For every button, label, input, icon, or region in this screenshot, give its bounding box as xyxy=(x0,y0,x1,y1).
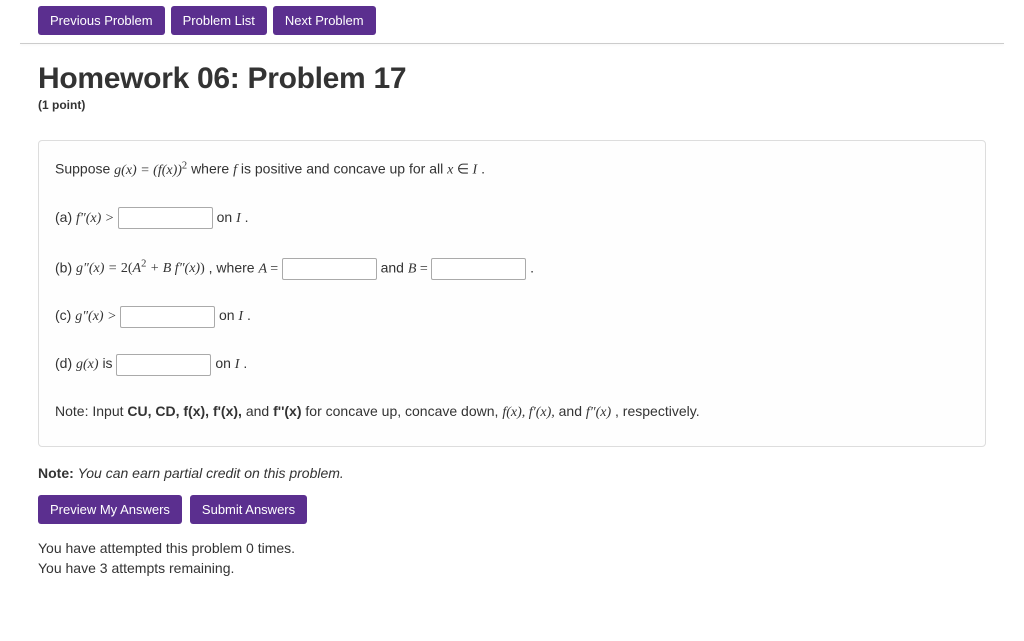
text: for concave up, concave down, xyxy=(305,403,502,419)
text: . xyxy=(481,161,485,177)
text: , where xyxy=(209,259,259,275)
partial-credit-note: Note: You can earn partial credit on thi… xyxy=(38,465,986,481)
part-b-input-a[interactable] xyxy=(282,258,377,280)
part-d-input[interactable] xyxy=(116,354,211,376)
attempts-remaining: You have 3 attempts remaining. xyxy=(38,560,986,576)
label: (a) xyxy=(55,209,76,225)
math-a: A = xyxy=(258,261,281,276)
nav-row: Previous Problem Problem List Next Probl… xyxy=(38,6,1004,43)
points-label: (1 point) xyxy=(38,98,986,112)
problem-box: Suppose g(x) = (f(x))2 where f is positi… xyxy=(38,140,986,447)
text: on xyxy=(219,307,238,323)
part-a-input[interactable] xyxy=(118,207,213,229)
preview-answers-button[interactable]: Preview My Answers xyxy=(38,495,182,524)
text: on xyxy=(215,355,234,371)
math-expr: f″(x) > xyxy=(76,211,118,226)
bold-text: f''(x) xyxy=(273,403,301,419)
problem-intro: Suppose g(x) = (f(x))2 where f is positi… xyxy=(55,155,969,182)
part-d: (d) g(x) is on I . xyxy=(55,352,969,376)
text: . xyxy=(247,307,251,323)
math-b: B = xyxy=(408,261,431,276)
math-list: f(x), f′(x), xyxy=(502,405,554,420)
math-f: f xyxy=(233,163,237,178)
attempts-used: You have attempted this problem 0 times. xyxy=(38,540,986,556)
math-item: f″(x) xyxy=(586,405,611,420)
previous-problem-button[interactable]: Previous Problem xyxy=(38,6,165,35)
page-title: Homework 06: Problem 17 xyxy=(38,62,986,96)
math-set: I xyxy=(235,357,240,372)
next-problem-button[interactable]: Next Problem xyxy=(273,6,376,35)
text: . xyxy=(243,355,247,371)
text: and xyxy=(246,403,273,419)
text: Suppose xyxy=(55,161,114,177)
part-c: (c) g″(x) > on I . xyxy=(55,304,969,328)
text: is xyxy=(102,355,116,371)
part-c-input[interactable] xyxy=(120,306,215,328)
note-text: You can earn partial credit on this prob… xyxy=(78,465,344,481)
problem-list-button[interactable]: Problem List xyxy=(171,6,267,35)
math-set: I xyxy=(238,309,243,324)
text: and xyxy=(381,259,408,275)
part-b: (b) g″(x) = 2(A2 + B f″(x)) , where A = … xyxy=(55,254,969,281)
submit-answers-button[interactable]: Submit Answers xyxy=(190,495,307,524)
part-a: (a) f″(x) > on I . xyxy=(55,206,969,230)
text: on xyxy=(217,209,236,225)
input-note: Note: Input CU, CD, f(x), f'(x), and f''… xyxy=(55,400,969,424)
math-domain: x ∈ I xyxy=(447,163,477,178)
text: Note: Input xyxy=(55,403,127,419)
part-b-input-b[interactable] xyxy=(431,258,526,280)
math-expr: g(x) xyxy=(76,357,99,372)
math-set: I xyxy=(236,211,241,226)
label: (b) xyxy=(55,259,76,275)
text: , respectively. xyxy=(615,403,700,419)
label: (d) xyxy=(55,355,76,371)
text: where xyxy=(191,161,233,177)
content: Homework 06: Problem 17 (1 point) Suppos… xyxy=(20,62,1004,576)
text: and xyxy=(559,403,586,419)
math-expr: g″(x) = 2(A2 + B f″(x)) xyxy=(76,261,205,276)
text: . xyxy=(530,259,534,275)
math-expr: g(x) = (f(x))2 xyxy=(114,163,187,178)
text: is positive and concave up for all xyxy=(241,161,447,177)
math-expr: g″(x) > xyxy=(75,309,120,324)
divider xyxy=(20,43,1004,44)
action-row: Preview My Answers Submit Answers xyxy=(38,495,986,524)
text: . xyxy=(245,209,249,225)
bold-text: CU, CD, f(x), f'(x), xyxy=(127,403,242,419)
note-bold: Note: xyxy=(38,465,74,481)
label: (c) xyxy=(55,307,75,323)
